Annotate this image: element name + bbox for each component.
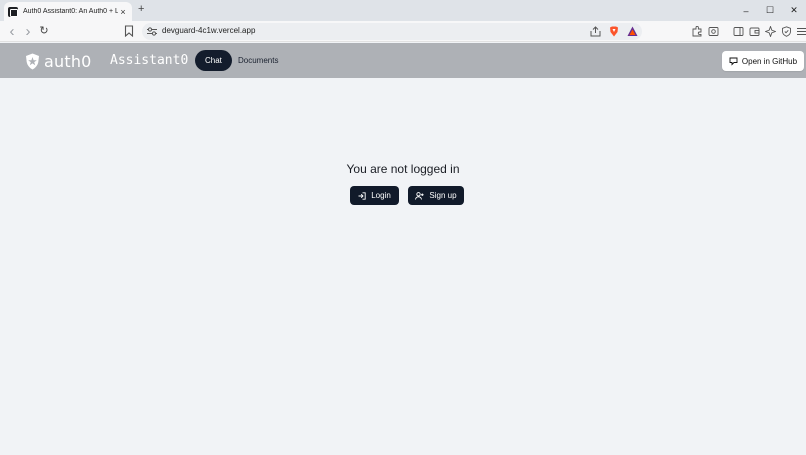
browser-tab[interactable]: Auth0 Assistant0: An Auth0 + La × <box>4 2 132 21</box>
bookmark-icon[interactable] <box>124 25 134 37</box>
site-settings-icon[interactable] <box>147 27 157 36</box>
address-bar[interactable]: devguard-4c1w.vercel.app <box>142 23 642 40</box>
browser-tab-bar: Auth0 Assistant0: An Auth0 + La × + – ☐ … <box>0 0 806 21</box>
open-in-github-button[interactable]: Open in GitHub <box>722 51 804 71</box>
maximize-button[interactable]: ☐ <box>758 0 782 21</box>
app-brand-name: Assistant0 <box>110 53 189 68</box>
extensions-icon[interactable] <box>692 26 703 37</box>
new-tab-button[interactable]: + <box>138 3 144 15</box>
window-controls: – ☐ ✕ <box>734 0 806 21</box>
not-logged-in-message: You are not logged in <box>346 162 460 176</box>
menu-icon[interactable] <box>796 26 806 37</box>
minimize-button[interactable]: – <box>734 0 758 21</box>
brave-rewards-icon[interactable] <box>627 26 638 37</box>
app-header: auth0 Assistant0 Chat Documents Open in … <box>0 43 806 78</box>
nav-documents-link[interactable]: Documents <box>238 50 278 71</box>
nav-chat-link[interactable]: Chat <box>195 50 232 71</box>
login-button[interactable]: Login <box>350 186 399 205</box>
github-icon <box>729 57 738 66</box>
browser-toolbar: ‹ › ↻ devguard-4c1w.vercel.app <box>0 21 806 42</box>
reload-button[interactable]: ↻ <box>37 25 51 39</box>
share-icon[interactable] <box>590 26 601 37</box>
favicon-icon <box>8 6 18 17</box>
auth0-shield-icon <box>26 53 39 70</box>
close-window-button[interactable]: ✕ <box>782 0 806 21</box>
wallet-icon[interactable] <box>749 26 760 37</box>
brave-shields-icon[interactable] <box>609 26 619 37</box>
leo-ai-icon[interactable] <box>765 26 776 37</box>
logo-text: auth0 <box>44 52 92 71</box>
login-label: Login <box>371 191 391 200</box>
main-content: You are not logged in Login Sign up <box>0 78 806 455</box>
vpn-shield-icon[interactable] <box>781 26 792 37</box>
sign-up-label: Sign up <box>429 191 457 200</box>
sidebar-icon[interactable] <box>733 26 744 37</box>
forward-button[interactable]: › <box>21 24 35 39</box>
back-button[interactable]: ‹ <box>5 24 19 39</box>
tab-title: Auth0 Assistant0: An Auth0 + La <box>23 8 118 15</box>
open-in-github-label: Open in GitHub <box>741 56 798 66</box>
tab-close-icon[interactable]: × <box>118 7 128 17</box>
url-text: devguard-4c1w.vercel.app <box>162 26 256 35</box>
sign-up-button[interactable]: Sign up <box>408 186 464 205</box>
user-plus-icon <box>415 191 425 200</box>
screenshot-icon[interactable] <box>708 26 719 37</box>
auth0-logo[interactable]: auth0 <box>25 52 92 71</box>
login-icon <box>358 191 366 200</box>
